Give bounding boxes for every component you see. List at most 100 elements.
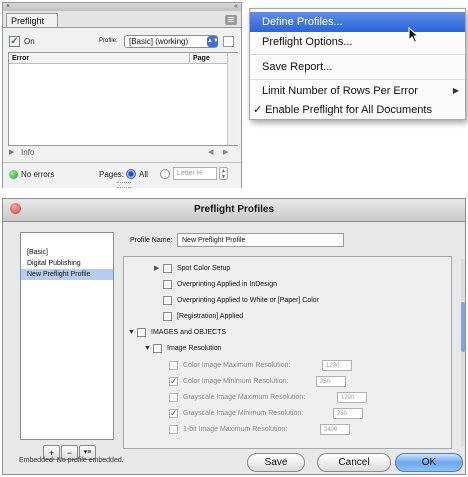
checkbox[interactable] [169,392,178,402]
menu-item-label: Enable Preflight for All Documents [265,104,432,116]
tree-row-label: IMAGES and OBJECTS [151,329,227,336]
previous-error-icon[interactable]: ◀ [208,148,213,156]
profile-list-item[interactable]: [Basic] [21,247,113,258]
error-list[interactable]: Error Page [8,52,238,146]
profile-label: Profile: [99,38,118,44]
preflight-panel: × « Preflight ✓ On Profile: [Basic] (wor… [2,2,242,188]
dialog-title-bar: Preflight Profiles [3,199,465,222]
tree-row-spot-color-setup[interactable]: ▶ Spot Color Setup [154,263,230,275]
profile-list-item[interactable]: Digital Publishing [21,258,113,269]
tree-row-label: Color Image Minimum Resolution: [183,378,289,385]
mouse-pointer-icon [408,27,420,43]
color-min-field[interactable]: 250 [316,376,346,387]
menu-separator [250,79,465,80]
menu-item-label: Save Report... [262,61,333,73]
tree-row-label: Overprinting Applied to White or [Paper]… [177,297,320,304]
checkbox-checked[interactable]: ✓ [169,376,178,386]
checkbox[interactable] [169,360,178,370]
disclosure-triangle-icon[interactable]: ▶ [154,263,163,275]
profile-select[interactable]: [Basic] (working) [124,35,218,48]
profile-name-field[interactable]: New Preflight Profile [177,233,344,247]
checkbox[interactable] [169,424,178,434]
column-header-page[interactable]: Page [189,53,227,64]
close-window-icon[interactable] [10,203,21,214]
menu-item-label: Limit Number of Rows Per Error [262,85,418,97]
checkbox[interactable] [163,311,172,321]
panel-menu-icon[interactable] [225,15,237,25]
tree-row-gray-min[interactable]: ✓ Grayscale Image Minimum Resolution: [169,408,303,420]
ok-button[interactable]: OK [395,453,463,472]
tree-row-gray-max[interactable]: Grayscale Image Maximum Resolution: [169,392,305,404]
column-header-error[interactable]: Error [9,53,189,64]
menu-item-enable-preflight-all[interactable]: ✓ Enable Preflight for All Documents [250,100,465,120]
pages-range-field[interactable]: Letter H [173,167,217,180]
panel-flyout-menu: Define Profiles... Preflight Options... … [249,8,466,120]
collapse-icon[interactable]: « [234,3,238,11]
tree-row-label: Spot Color Setup [177,265,231,272]
checkbox[interactable] [163,295,172,305]
onebit-max-field[interactable]: 2400 [320,424,350,435]
preflight-on-checkbox[interactable]: ✓ [9,36,20,47]
color-max-field[interactable]: 1200 [322,360,352,371]
profile-name-value: New Preflight Profile [182,237,246,244]
tree-row-color-min[interactable]: ✓ Color Image Minimum Resolution: [169,376,288,388]
save-button[interactable]: Save [247,453,305,472]
tree-row-label: Overprinting Applied in InDesign [177,281,278,288]
menu-item-label: Preflight Options... [262,36,353,48]
tree-row-label: Grayscale Image Maximum Resolution: [183,394,306,401]
checkbox[interactable] [163,279,172,289]
disclosure-triangle-open-icon[interactable]: ▼ [144,343,153,355]
preflight-profiles-dialog: Preflight Profiles [Basic] Digital Publi… [2,198,466,475]
menu-item-preflight-options[interactable]: Preflight Options... [250,32,465,52]
resize-grip[interactable] [117,182,131,188]
pages-range-radio[interactable] [160,169,170,179]
checkbox-checked[interactable]: ✓ [169,408,178,418]
disclosure-triangle-open-icon[interactable]: ▼ [128,327,137,339]
tree-row-color-max[interactable]: Color Image Maximum Resolution: [169,360,290,372]
profile-select-value: [Basic] (working) [129,37,189,46]
menu-item-define-profiles[interactable]: Define Profiles... [250,12,465,32]
gray-max-field[interactable]: 1200 [337,392,367,403]
tree-row-image-resolution[interactable]: ▼ Image Resolution [144,343,221,355]
tree-row-label: [Registration] Applied [177,313,244,320]
disclosure-triangle-icon[interactable]: ▶ [9,148,14,156]
panel-body: ✓ On Profile: [Basic] (working) ▲▼ Error… [3,27,241,188]
dialog-scrollbar-track[interactable] [461,259,465,446]
close-icon[interactable]: × [6,3,10,11]
gray-min-field[interactable]: 250 [333,408,363,419]
tree-row-overprinting-indesign[interactable]: Overprinting Applied in InDesign [163,279,277,291]
profile-name-label: Profile Name: [130,237,173,244]
profile-list-item-selected[interactable]: New Preflight Profile [21,269,113,280]
tree-row-registration[interactable]: [Registration] Applied [163,311,243,323]
checkbox[interactable] [137,327,146,337]
menu-item-limit-rows[interactable]: Limit Number of Rows Per Error ▶ [250,81,465,101]
menu-item-label: Define Profiles... [262,16,343,28]
panel-title-strip: × « [3,3,241,11]
embed-profile-icon[interactable] [223,36,234,47]
tree-row-onebit-max[interactable]: 1-bit Image Maximum Resolution: [169,424,287,436]
checkbox[interactable] [153,343,162,353]
next-error-icon[interactable]: ▶ [223,148,228,156]
tree-row-label: Color Image Maximum Resolution: [183,362,291,369]
tree-row-images-objects[interactable]: ▼ IMAGES and OBJECTS [128,327,226,339]
vertical-scrollbar[interactable] [227,53,238,145]
checkbox[interactable] [163,263,172,273]
pages-all-radio[interactable] [126,169,136,179]
profile-rules-tree[interactable]: ▶ Spot Color Setup Overprinting Applied i… [123,256,452,449]
chevron-down-icon[interactable]: ▲▼ [207,36,219,47]
menu-separator [250,54,465,55]
pages-range-placeholder: Letter H [177,170,202,177]
dialog-title: Preflight Profiles [193,204,274,215]
status-green-icon [9,170,18,179]
tree-row-overprinting-white[interactable]: Overprinting Applied to White or [Paper]… [163,295,319,307]
status-text: No errors [21,170,55,179]
menu-item-save-report[interactable]: Save Report... [250,57,465,77]
cancel-button[interactable]: Cancel [317,453,391,472]
info-label: Info [21,148,35,157]
profile-list[interactable]: [Basic] Digital Publishing New Preflight… [20,232,114,440]
pages-label: Pages: [99,170,124,179]
tab-preflight[interactable]: Preflight [6,13,58,27]
pages-stepper[interactable]: ▲ ▼ [219,167,228,180]
dialog-scrollbar-thumb[interactable] [461,302,465,352]
on-label: On [24,37,35,46]
